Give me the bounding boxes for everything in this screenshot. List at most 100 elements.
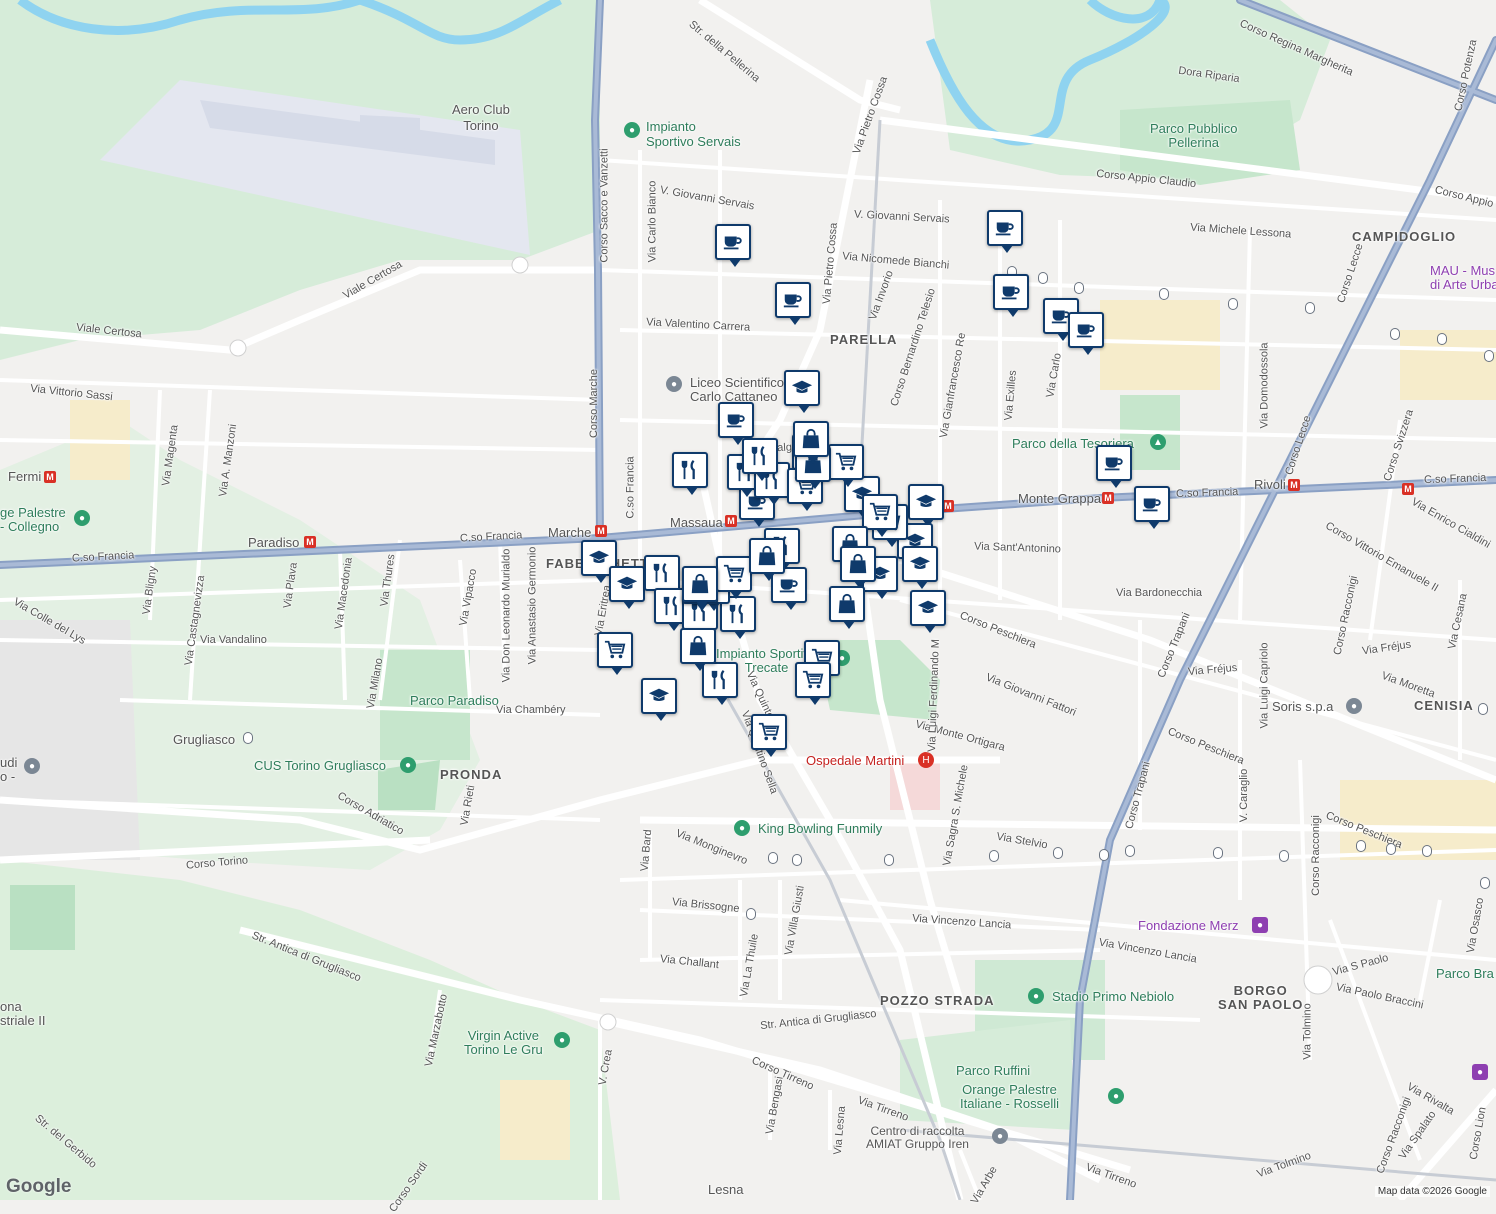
- grocery-marker[interactable]: [716, 556, 752, 599]
- bus-stop-icon[interactable]: [1159, 288, 1169, 300]
- restaurant-marker[interactable]: [672, 452, 708, 495]
- fondazione-merz-label[interactable]: Fondazione Merz: [1138, 919, 1238, 932]
- cafe-marker[interactable]: [775, 282, 811, 325]
- hospital-icon[interactable]: H: [918, 752, 934, 768]
- bus-stop-icon[interactable]: [1279, 850, 1289, 862]
- gym-icon[interactable]: ●: [554, 1032, 570, 1048]
- grocery-marker[interactable]: [795, 662, 831, 705]
- bus-stop-icon[interactable]: [1478, 703, 1488, 715]
- bus-stop-icon[interactable]: [1099, 849, 1109, 861]
- cafe-marker[interactable]: [1134, 486, 1170, 529]
- virgin-label[interactable]: Virgin Active Torino Le Gru: [464, 1028, 543, 1058]
- amiat-label[interactable]: Centro di raccolta AMIAT Gruppo Iren: [866, 1124, 969, 1151]
- school-marker[interactable]: [902, 546, 938, 589]
- cafe-marker[interactable]: [987, 210, 1023, 253]
- museum-icon[interactable]: ●: [1252, 917, 1268, 933]
- grocery-marker[interactable]: [751, 714, 787, 757]
- mau-label[interactable]: MAU - Mus di Arte Urba: [1430, 263, 1496, 293]
- cafe-marker[interactable]: [1068, 312, 1104, 355]
- bus-stop-icon[interactable]: [1356, 840, 1366, 852]
- metro-icon[interactable]: M: [304, 536, 316, 548]
- cafe-marker[interactable]: [993, 274, 1029, 317]
- liceo-label[interactable]: Liceo Scientifico Carlo Cattaneo: [690, 375, 784, 405]
- recycling-icon[interactable]: ●: [992, 1128, 1008, 1144]
- stadio-label[interactable]: Stadio Primo Nebiolo: [1052, 990, 1174, 1003]
- museum-icon[interactable]: ●: [1472, 1064, 1488, 1080]
- fermi-label[interactable]: Fermi: [8, 470, 41, 483]
- bus-stop-icon[interactable]: [1386, 843, 1396, 855]
- train-station-icon[interactable]: [243, 732, 253, 744]
- palestre-collegno-label[interactable]: ge Palestre - Collegno: [0, 505, 66, 535]
- bus-stop-icon[interactable]: [1038, 272, 1048, 284]
- monte-grappa-label[interactable]: Monte Grappa: [1018, 492, 1101, 505]
- shopping-marker[interactable]: [749, 538, 785, 581]
- parco-ruffini-label[interactable]: Parco Ruffini: [956, 1064, 1030, 1077]
- shopping-marker[interactable]: [829, 586, 865, 629]
- massaua-label[interactable]: Massaua: [670, 516, 723, 529]
- bus-stop-icon[interactable]: [1305, 302, 1315, 314]
- grugliasco-label[interactable]: Grugliasco: [173, 733, 235, 746]
- shopping-marker[interactable]: [840, 546, 876, 589]
- bus-stop-icon[interactable]: [1228, 298, 1238, 310]
- metro-icon[interactable]: M: [1288, 479, 1300, 491]
- marche-label[interactable]: Marche: [548, 526, 591, 539]
- metro-icon[interactable]: M: [44, 471, 56, 483]
- cafe-marker[interactable]: [718, 402, 754, 445]
- shopping-marker[interactable]: [793, 421, 829, 464]
- bus-stop-icon[interactable]: [1053, 847, 1063, 859]
- cafe-marker[interactable]: [715, 224, 751, 267]
- grocery-marker[interactable]: [828, 444, 864, 487]
- grocery-marker[interactable]: [862, 494, 898, 537]
- metro-icon[interactable]: M: [1102, 492, 1114, 504]
- ospedale-label[interactable]: Ospedale Martini: [806, 754, 904, 767]
- bus-stop-icon[interactable]: [1484, 350, 1494, 362]
- metro-icon[interactable]: M: [595, 525, 607, 537]
- parco-paradiso-label[interactable]: Parco Paradiso: [410, 694, 499, 707]
- bus-stop-icon[interactable]: [1125, 845, 1135, 857]
- stadium-icon[interactable]: ●: [1028, 988, 1044, 1004]
- restaurant-marker[interactable]: [742, 438, 778, 481]
- cafe-marker[interactable]: [1096, 445, 1132, 488]
- school-marker[interactable]: [641, 678, 677, 721]
- bus-stop-icon[interactable]: [792, 854, 802, 866]
- grocery-marker[interactable]: [597, 632, 633, 675]
- metro-icon[interactable]: M: [1402, 483, 1414, 495]
- bowling-icon[interactable]: ●: [734, 820, 750, 836]
- rivoli-label[interactable]: Rivoli: [1254, 478, 1286, 491]
- shopping-marker[interactable]: [680, 628, 716, 671]
- parco-pellerina-label[interactable]: Parco Pubblico Pellerina: [1150, 121, 1237, 151]
- impianto-servais-label[interactable]: Impianto Sportivo Servais: [646, 119, 741, 150]
- school-marker[interactable]: [908, 484, 944, 527]
- paradiso-label[interactable]: Paradiso: [248, 536, 299, 549]
- bus-stop-icon[interactable]: [1437, 333, 1447, 345]
- bus-stop-icon[interactable]: [884, 854, 894, 866]
- king-bowling-label[interactable]: King Bowling Funmily: [758, 822, 882, 835]
- bus-stop-icon[interactable]: [1074, 282, 1084, 294]
- park-icon[interactable]: ▲: [1150, 434, 1166, 450]
- soris-label[interactable]: Soris s.p.a: [1272, 700, 1333, 713]
- attribution[interactable]: Map data ©2026 Google: [1374, 1186, 1490, 1197]
- restaurant-marker[interactable]: [702, 662, 738, 705]
- bus-stop-icon[interactable]: [746, 908, 756, 920]
- school-poi-icon[interactable]: ●: [666, 376, 682, 392]
- sports-icon[interactable]: ●: [400, 757, 416, 773]
- gym-icon[interactable]: ●: [1108, 1088, 1124, 1104]
- shopping-marker[interactable]: [682, 566, 718, 609]
- bus-stop-icon[interactable]: [1390, 328, 1400, 340]
- park-icon[interactable]: ●: [624, 122, 640, 138]
- bus-stop-icon[interactable]: [1480, 877, 1490, 889]
- bank-icon[interactable]: ●: [1346, 698, 1362, 714]
- school-poi-icon[interactable]: ●: [24, 758, 40, 774]
- orange-rosselli-label[interactable]: Orange Palestre Italiane - Rosselli: [960, 1082, 1059, 1112]
- school-marker[interactable]: [784, 370, 820, 413]
- bus-stop-icon[interactable]: [1213, 847, 1223, 859]
- cus-label[interactable]: CUS Torino Grugliasco: [254, 759, 386, 772]
- bus-stop-icon[interactable]: [1422, 845, 1432, 857]
- school-marker[interactable]: [910, 590, 946, 633]
- school-marker[interactable]: [609, 566, 645, 609]
- restaurant-marker[interactable]: [644, 555, 680, 598]
- bus-stop-icon[interactable]: [989, 850, 999, 862]
- parco-bra-label[interactable]: Parco Bra: [1436, 967, 1494, 980]
- bus-stop-icon[interactable]: [768, 852, 778, 864]
- metro-icon[interactable]: M: [725, 515, 737, 527]
